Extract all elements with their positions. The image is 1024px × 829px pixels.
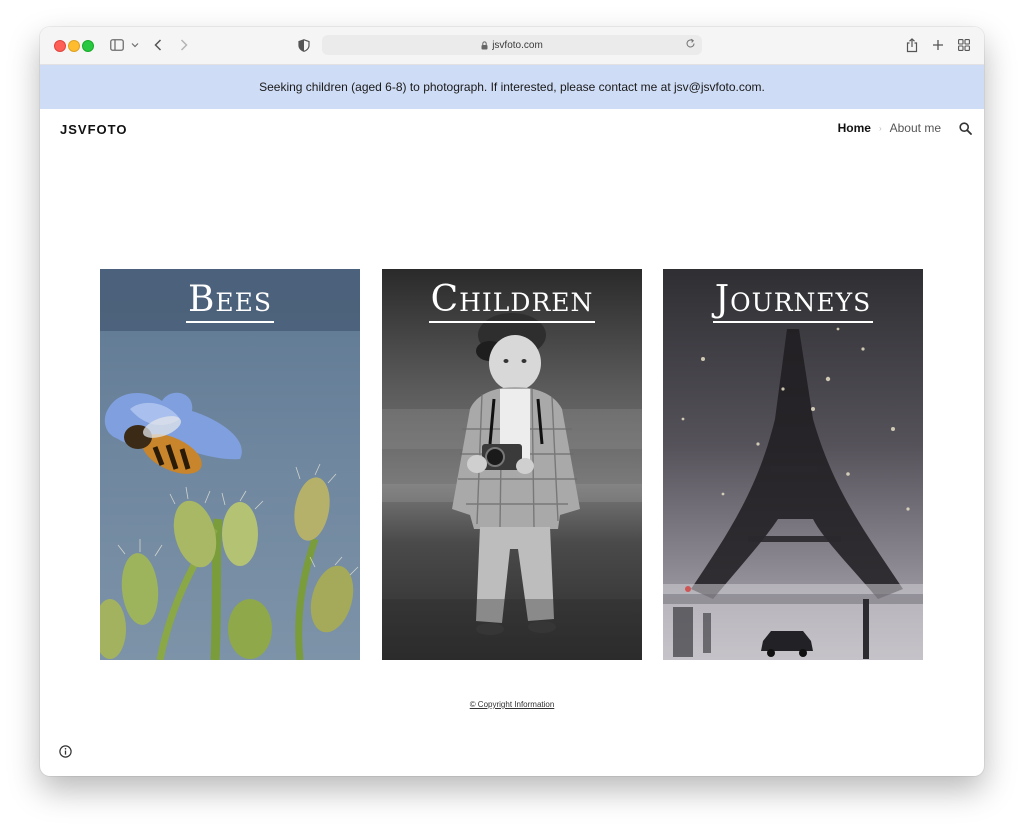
site-logo[interactable]: JSVFOTO (60, 122, 127, 137)
info-icon[interactable] (59, 745, 72, 758)
tab-overview-icon[interactable] (958, 36, 970, 54)
gallery-grid: Bees Children Journeys (100, 269, 924, 661)
sidebar-icon[interactable] (110, 36, 124, 54)
gallery-card-journeys[interactable]: Journeys (663, 269, 923, 660)
address-bar[interactable]: jsvfoto.com (322, 35, 702, 55)
reload-icon[interactable] (685, 38, 696, 49)
gallery-title-journeys[interactable]: Journeys (663, 279, 923, 323)
nav-separator-icon: › (878, 123, 882, 133)
child-photo (382, 269, 642, 660)
browser-toolbar: jsvfoto.com (40, 27, 984, 65)
gallery-title-bees[interactable]: Bees (100, 279, 360, 323)
gallery-card-children[interactable]: Children (382, 269, 642, 660)
forward-icon[interactable] (180, 36, 188, 54)
gallery-title-children[interactable]: Children (382, 279, 642, 323)
maximize-window-button[interactable] (82, 40, 94, 52)
gallery-card-bees[interactable]: Bees (100, 269, 360, 660)
site-header: JSVFOTO Home › About me (40, 109, 984, 153)
back-icon[interactable] (154, 36, 162, 54)
close-window-button[interactable] (54, 40, 66, 52)
announcement-text: Seeking children (aged 6-8) to photograp… (259, 80, 765, 94)
browser-window: jsvfoto.com Seeking children (aged 6-8) … (40, 27, 984, 776)
nav-home-link[interactable]: Home (838, 121, 871, 135)
shield-icon[interactable] (298, 36, 310, 54)
copyright-footer: © Copyright Information (40, 700, 984, 709)
minimize-window-button[interactable] (68, 40, 80, 52)
url-text: jsvfoto.com (492, 39, 543, 51)
chevron-down-icon[interactable] (131, 36, 139, 54)
share-icon[interactable] (906, 36, 918, 54)
journeys-photo (663, 269, 923, 660)
copyright-link[interactable]: © Copyright Information (470, 700, 555, 709)
main-nav: Home › About me (838, 121, 972, 135)
announcement-banner: Seeking children (aged 6-8) to photograp… (40, 65, 984, 109)
nav-about-link[interactable]: About me (890, 121, 941, 135)
new-tab-icon[interactable] (932, 36, 944, 54)
lock-icon (481, 40, 488, 50)
search-icon[interactable] (959, 121, 972, 135)
